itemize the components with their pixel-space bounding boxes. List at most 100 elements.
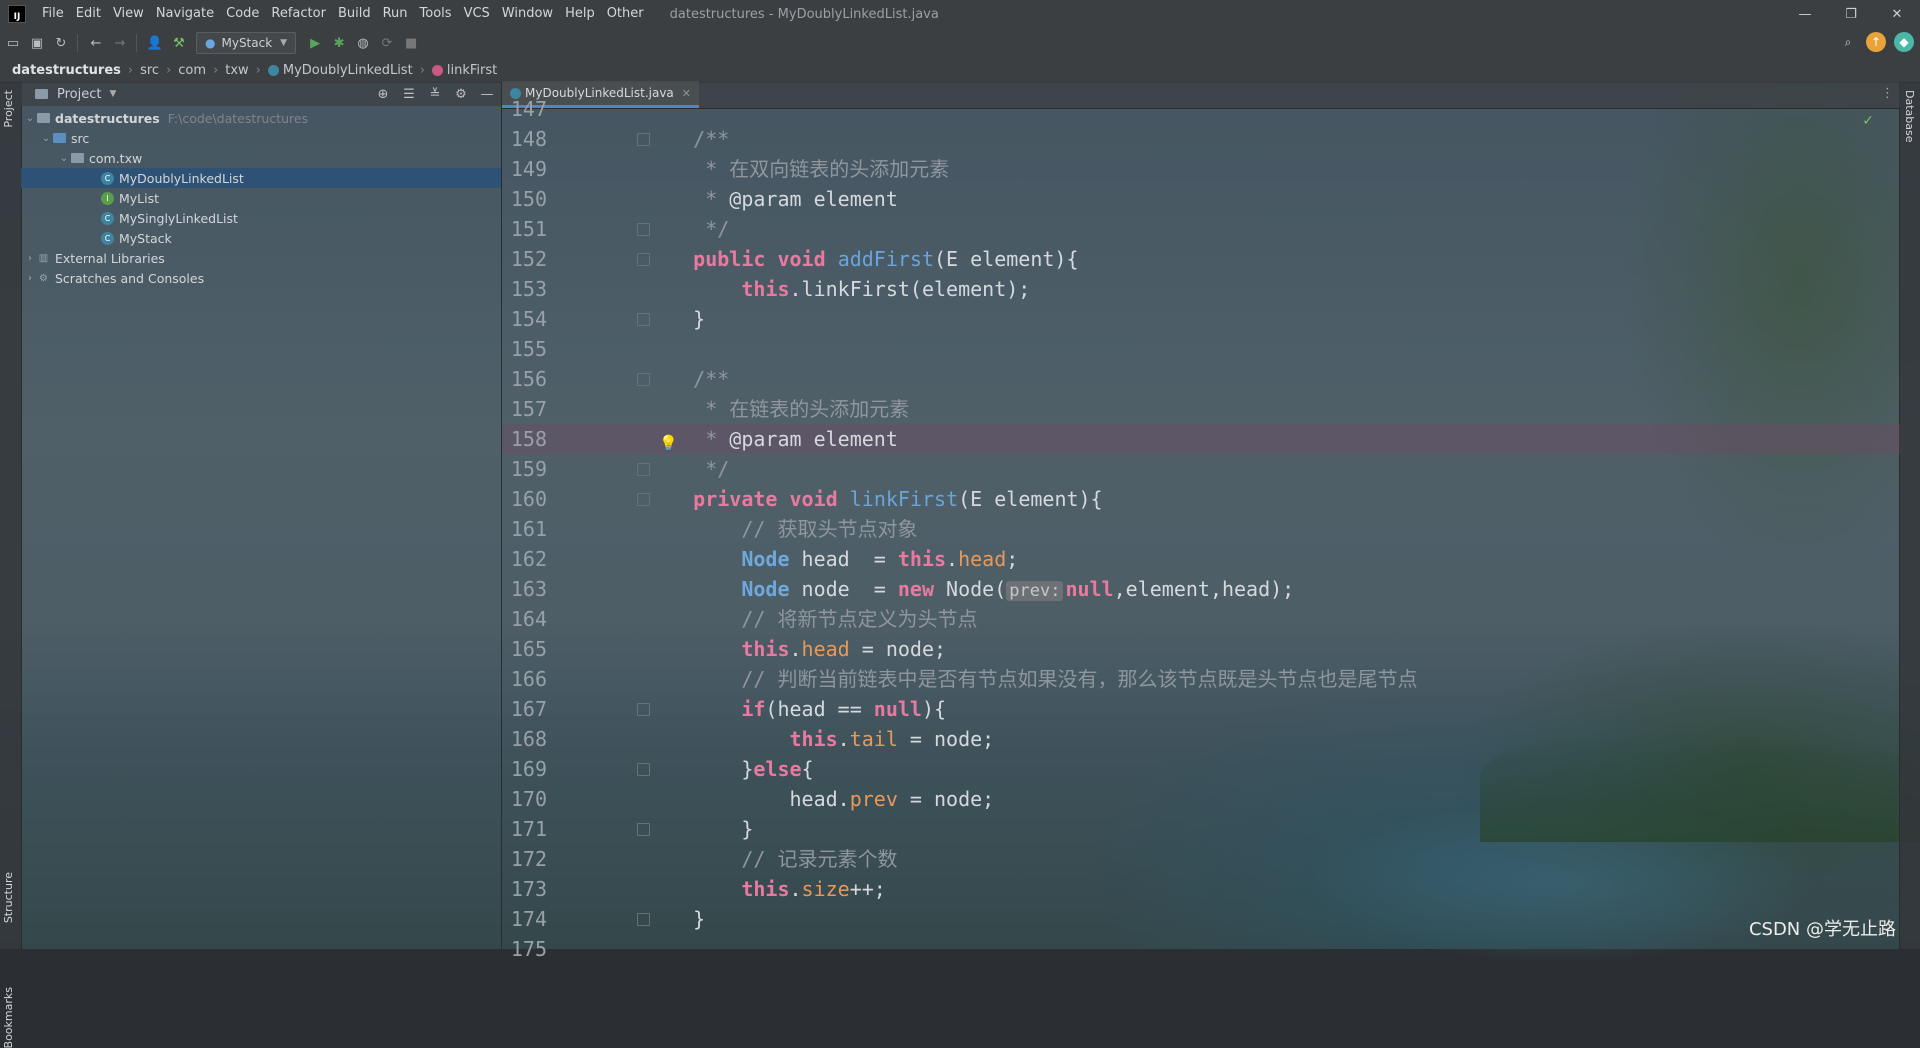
debug-icon[interactable]: ✱ xyxy=(328,32,350,54)
database-tool-tab[interactable]: Database xyxy=(1903,90,1916,143)
gutter[interactable] xyxy=(547,634,645,664)
gutter[interactable] xyxy=(547,274,645,304)
chevron-down-icon[interactable]: ⌄ xyxy=(23,113,37,124)
fold-marker-icon[interactable] xyxy=(637,463,650,476)
menu-vcs[interactable]: VCS xyxy=(458,0,496,28)
gutter[interactable] xyxy=(547,874,645,904)
line-number[interactable]: 172 xyxy=(502,844,547,874)
chevron-right-icon[interactable]: › xyxy=(23,273,37,284)
code-line[interactable]: 166 // 判断当前链表中是否有节点如果没有，那么该节点既是头节点也是尾节点 xyxy=(502,664,1900,694)
gutter[interactable] xyxy=(547,304,650,334)
code-line[interactable]: 160 private void linkFirst(E element){ xyxy=(502,484,1900,514)
tree-row-file[interactable]: C MyDoublyLinkedList xyxy=(21,168,501,188)
menu-edit[interactable]: Edit xyxy=(70,0,107,28)
locate-icon[interactable]: ⊕ xyxy=(373,84,393,104)
forward-arrow-icon[interactable]: → xyxy=(109,32,131,54)
code-area[interactable]: 147 148 /** 149 * 在双向链表的头添加元素 150 * @param … xyxy=(502,97,1900,961)
tree-row-root[interactable]: ⌄ datestructures F:\code\datestructures xyxy=(21,108,501,128)
menu-build[interactable]: Build xyxy=(332,0,377,28)
gutter[interactable] xyxy=(547,364,650,394)
menu-navigate[interactable]: Navigate xyxy=(150,0,220,28)
code-line[interactable]: 157 * 在链表的头添加元素 xyxy=(502,394,1900,424)
tree-row-scratches[interactable]: › ⚙ Scratches and Consoles xyxy=(21,268,501,288)
update-icon[interactable]: ↑ xyxy=(1866,32,1886,52)
code-line[interactable]: 147 xyxy=(502,94,1900,124)
line-number[interactable]: 165 xyxy=(502,634,547,664)
save-all-icon[interactable]: ▣ xyxy=(26,32,48,54)
tree-row-external-libraries[interactable]: › ▥ External Libraries xyxy=(21,248,501,268)
gutter[interactable] xyxy=(547,814,650,844)
chevron-down-icon[interactable]: ▼ xyxy=(109,89,116,99)
code-line[interactable]: 170 head.prev = node; xyxy=(502,784,1900,814)
build-hammer-icon[interactable]: ⚒ xyxy=(168,32,190,54)
gutter[interactable] xyxy=(547,724,645,754)
breadcrumb-class[interactable]: MyDoublyLinkedList xyxy=(264,63,417,78)
gutter[interactable] xyxy=(547,664,645,694)
line-number[interactable]: 166 xyxy=(502,664,547,694)
line-number[interactable]: 162 xyxy=(502,544,547,574)
line-number[interactable]: 170 xyxy=(502,784,547,814)
code-line[interactable]: 153 this.linkFirst(element); xyxy=(502,274,1900,304)
gutter[interactable] xyxy=(547,754,650,784)
chevron-down-icon[interactable]: ⌄ xyxy=(39,133,53,144)
code-line[interactable]: 173 this.size++; xyxy=(502,874,1900,904)
breadcrumb-com[interactable]: com xyxy=(174,63,210,78)
breadcrumb-method[interactable]: linkFirst xyxy=(428,63,501,78)
code-line[interactable]: 150 * @param element xyxy=(502,184,1900,214)
code-line[interactable]: 158 💡 * @param element xyxy=(502,424,1900,454)
code-line[interactable]: 169 }else{ xyxy=(502,754,1900,784)
line-number[interactable]: 153 xyxy=(502,274,547,304)
code-line[interactable]: 171 } xyxy=(502,814,1900,844)
code-line[interactable]: 161 // 获取头节点对象 xyxy=(502,514,1900,544)
line-number[interactable]: 169 xyxy=(502,754,547,784)
gutter[interactable]: 💡 xyxy=(547,424,678,454)
breadcrumb-project[interactable]: datestructures xyxy=(0,63,125,78)
sync-icon[interactable]: ↻ xyxy=(50,32,72,54)
gutter[interactable] xyxy=(547,184,645,214)
code-line[interactable]: 152 public void addFirst(E element){ xyxy=(502,244,1900,274)
menu-window[interactable]: Window xyxy=(496,0,559,28)
open-folder-icon[interactable]: ▭ xyxy=(2,32,24,54)
line-number[interactable]: 173 xyxy=(502,874,547,904)
gutter[interactable] xyxy=(547,844,645,874)
code-line[interactable]: 151 */ xyxy=(502,214,1900,244)
fold-marker-icon[interactable] xyxy=(637,313,650,326)
fold-marker-icon[interactable] xyxy=(637,763,650,776)
fold-marker-icon[interactable] xyxy=(637,493,650,506)
collapse-all-icon[interactable]: ≚ xyxy=(425,84,445,104)
fold-marker-icon[interactable] xyxy=(637,823,650,836)
gutter[interactable] xyxy=(547,154,645,184)
line-number[interactable]: 163 xyxy=(502,574,547,604)
line-number[interactable]: 159 xyxy=(502,454,547,484)
user-icon[interactable]: 👤 xyxy=(144,32,166,54)
code-line[interactable]: 155 xyxy=(502,334,1900,364)
code-line[interactable]: 154 } xyxy=(502,304,1900,334)
search-icon[interactable]: ⌕ xyxy=(1838,32,1858,52)
fold-marker-icon[interactable] xyxy=(637,133,650,146)
line-number[interactable]: 149 xyxy=(502,154,547,184)
plugin-logo-icon[interactable]: ◆ xyxy=(1894,32,1914,52)
menu-tools[interactable]: Tools xyxy=(414,0,458,28)
gutter[interactable] xyxy=(547,694,650,724)
code-line[interactable]: 175 xyxy=(502,934,1900,964)
line-number[interactable]: 160 xyxy=(502,484,547,514)
line-number[interactable]: 155 xyxy=(502,334,547,364)
profiler-icon[interactable]: ⟳ xyxy=(376,32,398,54)
menu-help[interactable]: Help xyxy=(559,0,601,28)
gutter[interactable] xyxy=(547,94,645,124)
fold-marker-icon[interactable] xyxy=(637,253,650,266)
bookmarks-tool-tab[interactable]: Bookmarks xyxy=(2,987,15,1048)
gutter[interactable] xyxy=(547,214,650,244)
line-number[interactable]: 152 xyxy=(502,244,547,274)
code-line[interactable]: 168 this.tail = node; xyxy=(502,724,1900,754)
gutter[interactable] xyxy=(547,244,650,274)
gutter[interactable] xyxy=(547,394,645,424)
code-line[interactable]: 149 * 在双向链表的头添加元素 xyxy=(502,154,1900,184)
line-number[interactable]: 161 xyxy=(502,514,547,544)
line-number[interactable]: 150 xyxy=(502,184,547,214)
tree-row-file[interactable]: C MySinglyLinkedList xyxy=(21,208,501,228)
line-number[interactable]: 148 xyxy=(502,124,547,154)
line-number[interactable]: 156 xyxy=(502,364,547,394)
line-number[interactable]: 164 xyxy=(502,604,547,634)
stop-icon[interactable]: ■ xyxy=(400,32,422,54)
